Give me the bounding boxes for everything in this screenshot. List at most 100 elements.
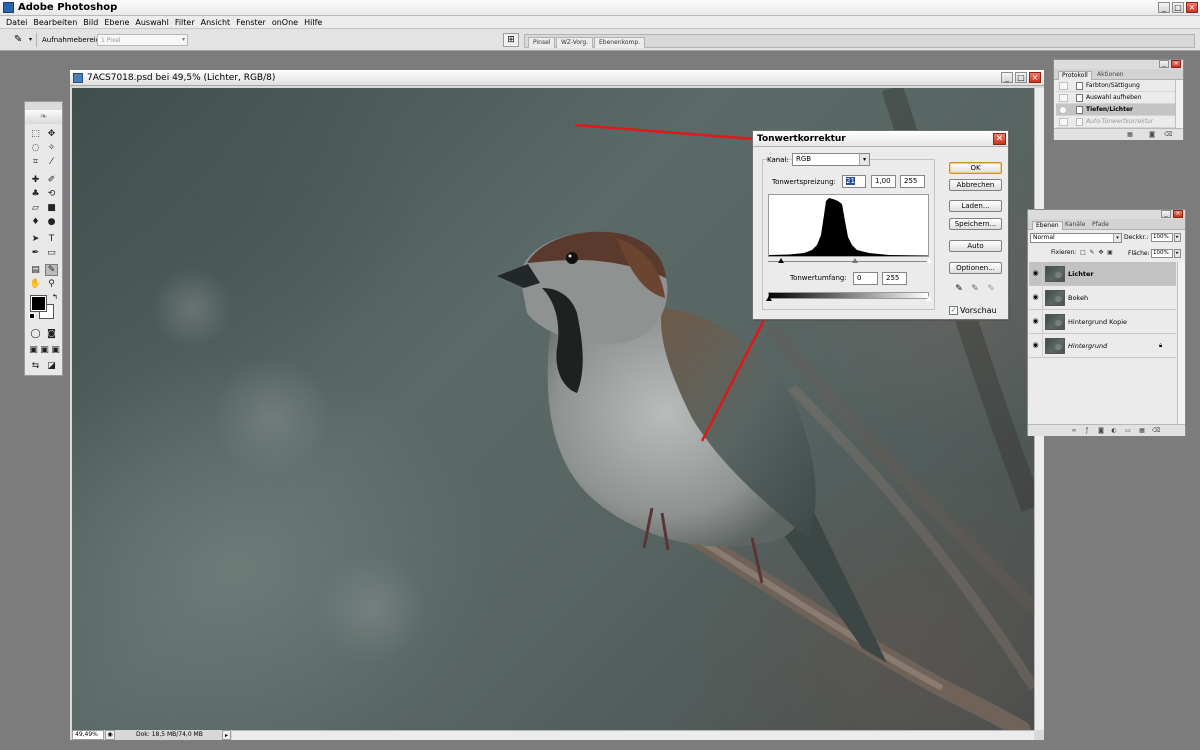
- marquee-tool-icon[interactable]: ⬚: [29, 128, 42, 140]
- feather-logo-icon[interactable]: ❧: [25, 110, 62, 124]
- layer-row-bokeh[interactable]: ◉ Bokeh: [1029, 286, 1176, 310]
- imageready-icon[interactable]: ◪: [45, 360, 58, 372]
- shape-tool-icon[interactable]: ▭: [45, 247, 58, 259]
- ok-button[interactable]: OK: [949, 162, 1002, 174]
- trash-icon[interactable]: ⌫: [1164, 131, 1172, 138]
- preset-dropdown-arrow-icon[interactable]: ▾: [29, 36, 32, 43]
- input-black-field[interactable]: 21: [842, 175, 866, 188]
- menu-auswahl[interactable]: Auswahl: [132, 18, 171, 27]
- foreground-color-swatch[interactable]: [30, 295, 47, 312]
- tab-kanaele[interactable]: Kanäle: [1062, 221, 1088, 230]
- layers-scrollbar[interactable]: [1177, 262, 1185, 424]
- magic-wand-tool-icon[interactable]: ✧: [45, 142, 58, 154]
- type-tool-icon[interactable]: T: [45, 233, 58, 245]
- crop-tool-icon[interactable]: ⌗: [29, 156, 42, 168]
- channel-select[interactable]: RGB ▾: [792, 153, 870, 166]
- maximize-button[interactable]: □: [1172, 2, 1184, 13]
- healing-brush-tool-icon[interactable]: ✚: [29, 174, 42, 186]
- layer-mask-icon[interactable]: ◙: [1097, 427, 1105, 434]
- new-document-from-state-icon[interactable]: ▦: [1126, 131, 1134, 138]
- layers-panel-header[interactable]: _ ×: [1028, 210, 1185, 219]
- history-source-box[interactable]: [1059, 118, 1068, 126]
- gradient-tool-icon[interactable]: ■: [45, 202, 58, 214]
- lock-pixels-icon[interactable]: ✎: [1088, 249, 1096, 257]
- menu-hilfe[interactable]: Hilfe: [301, 18, 325, 27]
- lock-transparency-icon[interactable]: □: [1079, 249, 1087, 257]
- notes-tool-icon[interactable]: ▤: [29, 264, 42, 276]
- default-colors-icon[interactable]: [29, 313, 35, 319]
- well-tab-pinsel[interactable]: Pinsel: [528, 37, 556, 48]
- layers-close-button[interactable]: ×: [1173, 210, 1183, 218]
- history-item-active[interactable]: Tiefen/Lichter: [1056, 104, 1176, 116]
- options-button[interactable]: Optionen...: [949, 262, 1002, 274]
- menu-ebene[interactable]: Ebene: [101, 18, 132, 27]
- eraser-tool-icon[interactable]: ▱: [29, 202, 42, 214]
- layer-row-hintergrund-kopie[interactable]: ◉ Hintergrund Kopie: [1029, 310, 1176, 334]
- history-panel-header[interactable]: _ ×: [1054, 60, 1183, 69]
- well-tab-ebenenkomp[interactable]: Ebenenkomp.: [594, 37, 646, 48]
- hand-tool-icon[interactable]: ✋: [29, 278, 42, 290]
- output-black-field[interactable]: 0: [853, 272, 878, 285]
- file-browser-icon[interactable]: ⊞: [503, 33, 519, 47]
- layer-row-hintergrund[interactable]: ◉ Hintergrund 🔒︎: [1029, 334, 1176, 358]
- input-gamma-field[interactable]: 1,00: [871, 175, 896, 188]
- eyedropper-tool-icon[interactable]: ✎: [45, 264, 58, 276]
- opacity-arrow-icon[interactable]: ▸: [1174, 233, 1181, 242]
- zoom-tool-icon[interactable]: ⚲: [45, 278, 58, 290]
- doc-minimize-button[interactable]: _: [1001, 72, 1013, 83]
- brush-tool-icon[interactable]: ✐: [45, 174, 58, 186]
- gray-eyedropper-icon[interactable]: ✎: [969, 283, 981, 295]
- menu-datei[interactable]: Datei: [3, 18, 30, 27]
- quick-mask-mode-icon[interactable]: ◙: [45, 328, 58, 340]
- fill-input[interactable]: 100%: [1151, 249, 1173, 258]
- snapshot-icon[interactable]: ◙: [1148, 131, 1156, 138]
- standard-mode-icon[interactable]: ◯: [29, 328, 42, 340]
- opacity-input[interactable]: 100%: [1151, 233, 1173, 242]
- lock-all-icon[interactable]: ▣: [1106, 249, 1114, 257]
- levels-close-button[interactable]: ✕: [993, 133, 1006, 145]
- trash-icon[interactable]: ⌫: [1152, 427, 1160, 434]
- doc-close-button[interactable]: ×: [1029, 72, 1041, 83]
- dodge-tool-icon[interactable]: ●: [45, 216, 58, 228]
- tab-pfade[interactable]: Pfade: [1089, 221, 1112, 230]
- menu-ansicht[interactable]: Ansicht: [198, 18, 234, 27]
- input-white-handle[interactable]: [926, 258, 932, 263]
- layer-row-lichter[interactable]: ◉ Lichter: [1029, 262, 1176, 286]
- eye-icon[interactable]: ◉: [1031, 293, 1040, 302]
- history-source-box[interactable]: [1059, 94, 1068, 102]
- white-eyedropper-icon[interactable]: ✎: [985, 283, 997, 295]
- history-brush-tool-icon[interactable]: ⟲: [45, 188, 58, 200]
- screen-mode-full-icon[interactable]: ▣: [49, 344, 62, 356]
- output-white-handle[interactable]: [926, 296, 932, 301]
- history-scrollbar[interactable]: [1175, 80, 1183, 128]
- document-title-bar[interactable]: 7ACS7018.psd bei 49,5% (Lichter, RGB/8) …: [70, 70, 1044, 86]
- input-gamma-handle[interactable]: [852, 258, 859, 263]
- input-black-handle[interactable]: [778, 258, 785, 263]
- toolbox-header[interactable]: [25, 102, 62, 110]
- history-minimize-button[interactable]: _: [1159, 60, 1169, 68]
- status-arrow-icon[interactable]: ▸: [222, 730, 231, 740]
- horizontal-scrollbar[interactable]: [232, 730, 1034, 740]
- black-eyedropper-icon[interactable]: ✎: [953, 283, 965, 295]
- fill-arrow-icon[interactable]: ▸: [1174, 249, 1181, 258]
- new-layer-icon[interactable]: ▦: [1138, 427, 1146, 434]
- auto-button[interactable]: Auto: [949, 240, 1002, 252]
- path-selection-tool-icon[interactable]: ➤: [29, 233, 42, 245]
- history-item[interactable]: Auswahl aufheben: [1056, 92, 1176, 104]
- sample-size-select[interactable]: 1 Pixel ▾: [97, 34, 188, 46]
- history-source-box[interactable]: [1059, 82, 1068, 90]
- zoom-field[interactable]: 49,49%: [72, 730, 104, 740]
- output-white-field[interactable]: 255: [882, 272, 907, 285]
- well-tab-wz-vorg[interactable]: WZ-Vorg.: [556, 37, 594, 48]
- history-item-undone[interactable]: Auto-Tonwertkorrektur: [1056, 116, 1176, 128]
- adjustment-layer-icon[interactable]: ◐: [1110, 427, 1118, 434]
- input-slider-track[interactable]: [768, 261, 929, 262]
- menu-fenster[interactable]: Fenster: [233, 18, 269, 27]
- save-button[interactable]: Speichern...: [949, 218, 1002, 230]
- minimize-button[interactable]: _: [1158, 2, 1170, 13]
- new-group-icon[interactable]: ▭: [1124, 427, 1132, 434]
- tab-aktionen[interactable]: Aktionen: [1094, 71, 1127, 80]
- lasso-tool-icon[interactable]: ◌: [29, 142, 42, 154]
- levels-title-bar[interactable]: Tonwertkorrektur ✕: [753, 131, 1008, 147]
- cancel-button[interactable]: Abbrechen: [949, 179, 1002, 191]
